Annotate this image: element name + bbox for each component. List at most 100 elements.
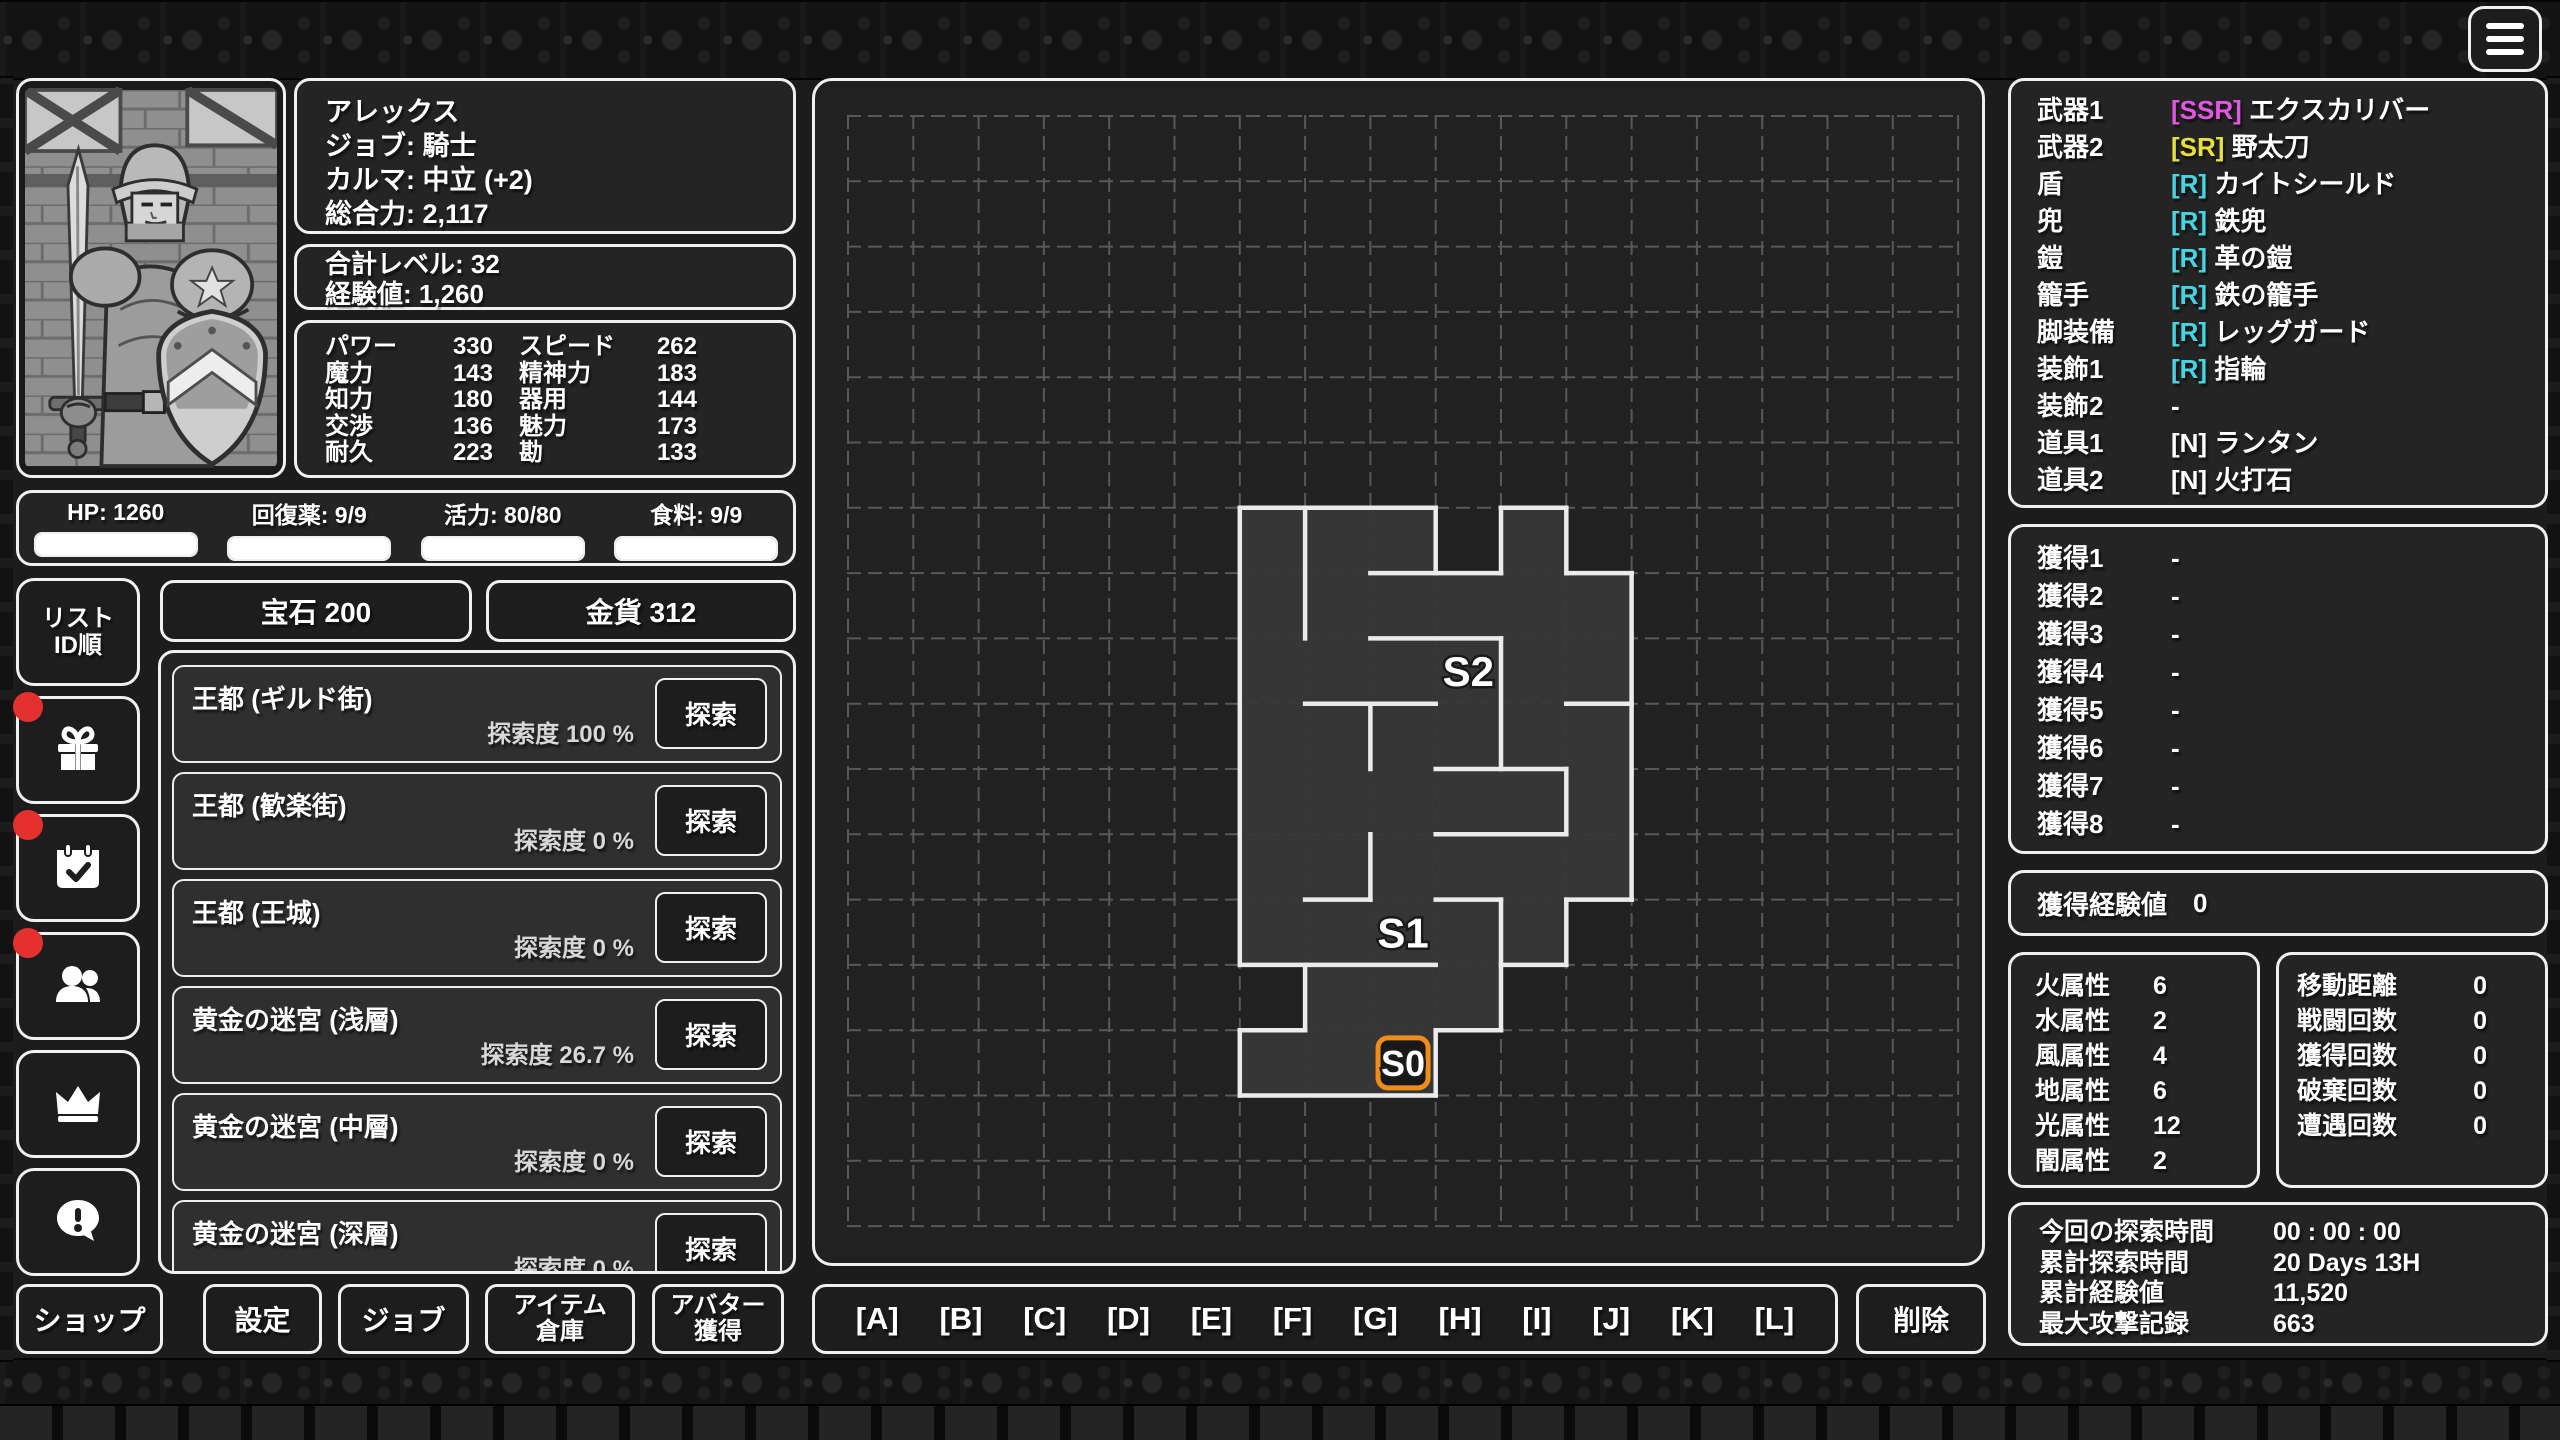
explored-cell[interactable] xyxy=(1435,769,1501,835)
element-label: 光属性 xyxy=(2035,1112,2111,1140)
settings-button[interactable]: 設定 xyxy=(203,1284,322,1354)
explored-cell[interactable] xyxy=(1370,834,1436,900)
character-karma: カルマ: 中立 (+2) xyxy=(325,165,533,195)
explored-cell[interactable] xyxy=(1566,703,1632,769)
explored-cell[interactable] xyxy=(1305,1030,1371,1096)
save-slot-K[interactable]: [K] xyxy=(1671,1301,1714,1337)
sidebar-crown-button[interactable] xyxy=(16,1050,140,1158)
map-marker-s0[interactable]: S0 xyxy=(1379,1040,1428,1086)
explored-cell[interactable] xyxy=(1239,507,1306,574)
save-slot-B[interactable]: [B] xyxy=(939,1301,982,1337)
explored-cell[interactable] xyxy=(1501,507,1567,574)
sidebar-notice-bubble-button[interactable] xyxy=(16,1168,140,1276)
explored-cell[interactable] xyxy=(1501,638,1567,704)
save-slot-F[interactable]: [F] xyxy=(1273,1301,1313,1337)
equip-item: [SR] 野太刀 xyxy=(2171,132,2310,162)
rarity-tag: [R] xyxy=(2171,354,2215,384)
explore-button[interactable]: 探索 xyxy=(655,1106,767,1177)
explored-cell[interactable] xyxy=(1305,573,1371,639)
save-slot-J[interactable]: [J] xyxy=(1592,1301,1630,1337)
explored-cell[interactable] xyxy=(1435,899,1501,965)
sidebar-calendar-check-button[interactable] xyxy=(13,810,140,922)
map-marker-s1[interactable]: S1 xyxy=(1375,907,1431,959)
kv-row: 闇属性 2 xyxy=(2035,1144,2257,1179)
explored-cell[interactable] xyxy=(1370,507,1436,574)
explored-cell[interactable] xyxy=(1370,573,1436,639)
save-slot-C[interactable]: [C] xyxy=(1023,1301,1066,1337)
sidebar-gift-button[interactable] xyxy=(13,692,140,804)
explored-cell[interactable] xyxy=(1566,573,1632,639)
save-slot-L[interactable]: [L] xyxy=(1755,1301,1795,1337)
explored-cell[interactable] xyxy=(1566,638,1632,704)
avatar-get-button[interactable]: アバター 獲得 xyxy=(652,1284,784,1354)
item-storage-button[interactable]: アイテム 倉庫 xyxy=(485,1284,635,1354)
menu-button[interactable] xyxy=(2468,6,2542,72)
kv-row: 獲得6 - xyxy=(2037,729,2545,767)
explored-cell[interactable] xyxy=(1566,769,1632,835)
save-slot-H[interactable]: [H] xyxy=(1439,1301,1482,1337)
shop-button[interactable]: ショップ xyxy=(16,1284,163,1354)
explored-cell[interactable] xyxy=(1501,834,1567,900)
equip-slot-label: 道具2 xyxy=(2037,465,2104,495)
explored-cell[interactable] xyxy=(1239,638,1306,704)
vital-bar xyxy=(614,535,779,561)
explored-cell[interactable] xyxy=(1370,638,1436,704)
explore-button[interactable]: 探索 xyxy=(655,1213,767,1271)
explored-cell[interactable] xyxy=(1370,703,1436,769)
explored-cell[interactable] xyxy=(1305,638,1371,704)
sidebar-list-sort-button[interactable]: リスト ID順 xyxy=(16,578,140,686)
gold-button[interactable]: 金貨 312 xyxy=(486,580,796,642)
explored-cell[interactable] xyxy=(1435,834,1501,900)
explored-cell[interactable] xyxy=(1305,899,1371,965)
map-marker-s2[interactable]: S2 xyxy=(1440,646,1496,698)
sidebar-friends-button[interactable] xyxy=(13,928,140,1040)
dungeon-map-panel[interactable]: S2 S1 S0 xyxy=(812,78,1985,1266)
explored-cell[interactable] xyxy=(1435,964,1501,1031)
dungeon-map[interactable]: S2 S1 S0 xyxy=(815,81,1982,1263)
explored-cell[interactable] xyxy=(1435,573,1501,639)
explored-cell[interactable] xyxy=(1239,834,1306,900)
stat-label: 器用 xyxy=(519,386,567,413)
stat-value: 180 xyxy=(452,386,493,413)
save-slot-G[interactable]: [G] xyxy=(1353,1301,1398,1337)
stat-label: 耐久 xyxy=(325,439,373,466)
explored-cell[interactable] xyxy=(1370,964,1436,1031)
explored-cell[interactable] xyxy=(1566,834,1632,900)
explored-cell[interactable] xyxy=(1239,573,1306,639)
save-slot-E[interactable]: [E] xyxy=(1191,1301,1232,1337)
explored-cell[interactable] xyxy=(1501,703,1567,769)
stat-value: 173 xyxy=(656,412,697,440)
explored-cell[interactable] xyxy=(1501,573,1567,639)
explore-button[interactable]: 探索 xyxy=(655,892,767,963)
save-slot-I[interactable]: [I] xyxy=(1522,1301,1551,1337)
explored-cell[interactable] xyxy=(1239,703,1306,769)
gems-button[interactable]: 宝石 200 xyxy=(160,580,472,642)
explored-cell[interactable] xyxy=(1305,834,1371,900)
explored-cell[interactable] xyxy=(1305,769,1371,835)
notification-dot xyxy=(13,928,43,958)
delete-button[interactable]: 削除 xyxy=(1856,1284,1986,1354)
explored-cell[interactable] xyxy=(1305,964,1371,1031)
job-button[interactable]: ジョブ xyxy=(338,1284,469,1354)
explored-cell[interactable] xyxy=(1435,703,1501,769)
explored-cell[interactable] xyxy=(1305,507,1371,574)
explored-cell[interactable] xyxy=(1501,899,1567,965)
explored-cell[interactable] xyxy=(1370,769,1436,835)
explored-cell[interactable] xyxy=(1239,899,1306,965)
kv-row: 移動距離 0 xyxy=(2297,969,2545,1004)
kv-row: 獲得7 - xyxy=(2037,767,2545,805)
explored-cell[interactable] xyxy=(1239,1030,1306,1096)
location-name: 王都 (ギルド街) xyxy=(192,684,373,714)
explore-button[interactable]: 探索 xyxy=(655,999,767,1070)
explore-button[interactable]: 探索 xyxy=(655,785,767,856)
records-panel: 今回の探索時間 00 : 00 : 00 累計探索時間 20 Days 13H 累計経験… xyxy=(2008,1202,2548,1346)
explored-cell[interactable] xyxy=(1239,769,1306,835)
save-slot-A[interactable]: [A] xyxy=(856,1301,899,1337)
save-slot-D[interactable]: [D] xyxy=(1107,1301,1150,1337)
kv-row: 破棄回数 0 xyxy=(2297,1074,2545,1109)
ornate-frame-left xyxy=(0,76,13,1362)
explored-cell[interactable] xyxy=(1305,703,1371,769)
explore-button[interactable]: 探索 xyxy=(655,678,767,749)
kv-row: 獲得1 - xyxy=(2037,539,2545,577)
explored-cell[interactable] xyxy=(1501,769,1567,835)
